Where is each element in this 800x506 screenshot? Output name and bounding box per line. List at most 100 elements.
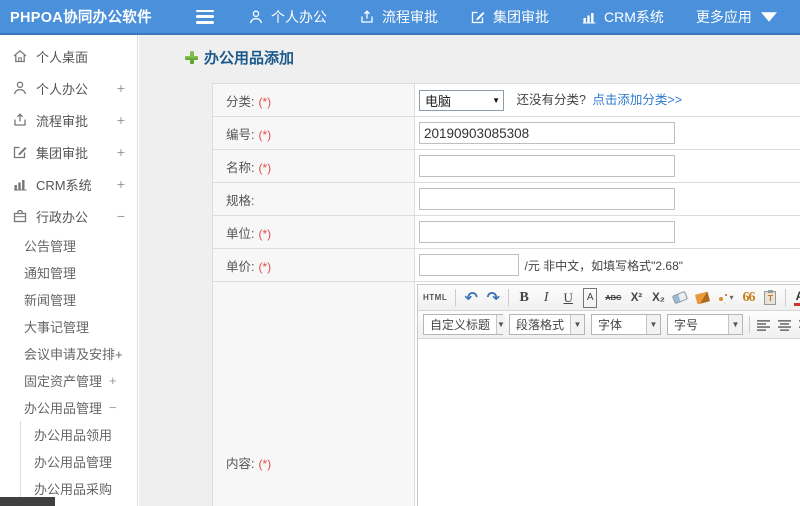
custom-title-select[interactable]: 自定义标题 ▼: [423, 314, 505, 335]
field-label: 内容: (*): [212, 281, 415, 506]
paragraph-format-select[interactable]: 段落格式 ▼: [509, 314, 585, 335]
flow-approval-icon: [14, 113, 26, 126]
caret-down-icon: [760, 11, 777, 22]
unit-input[interactable]: [419, 221, 675, 243]
char-border-button[interactable]: A: [583, 287, 598, 308]
bold-button[interactable]: B: [517, 288, 531, 308]
editor-toolbar-row2: 自定义标题▼ 段落格式▼ 字体▼ 字号▼ ∞: [418, 311, 800, 339]
add-plus-icon: [185, 51, 198, 64]
rich-text-editor: HTML ↶ ↷ B I U A ABC X² X₂ ▾ 66 T A 自定义标…: [417, 284, 800, 506]
form-row-price: 单价: (*) /元 非中文，如填写格式"2.68": [212, 248, 800, 282]
sidebar-subsubmenu: 办公用品领用 办公用品管理 办公用品采购: [20, 421, 137, 502]
sidebar-item-supply-collect[interactable]: 办公用品领用: [21, 421, 137, 448]
category-selected-value: 电脑: [425, 94, 452, 110]
underline-button[interactable]: U: [561, 288, 575, 308]
sidebar-item-meetings[interactable]: 会议申请及安排+: [0, 340, 137, 367]
add-category-link[interactable]: 点击添加分类>>: [592, 93, 682, 107]
expand-plus[interactable]: +: [109, 373, 117, 388]
expand-minus[interactable]: −: [109, 400, 117, 415]
format-brush-icon[interactable]: [694, 288, 711, 308]
form-row-content: 内容: (*) HTML ↶ ↷ B I U A ABC X² X₂ ▾ 66 …: [212, 281, 800, 506]
top-navbar: PHPOA协同办公软件 个人办公 流程审批 集团审批 CRM系统 更多应用: [0, 0, 800, 35]
required-mark: (*): [258, 456, 272, 471]
sidebar-label: 行政办公: [36, 209, 89, 225]
required-mark: (*): [258, 226, 272, 241]
sidebar-item-notices[interactable]: 通知管理: [0, 259, 137, 286]
superscript-button[interactable]: X²: [629, 288, 643, 308]
undo-icon[interactable]: ↶: [464, 288, 478, 308]
app-logo[interactable]: PHPOA协同办公软件: [10, 6, 190, 27]
italic-button[interactable]: I: [539, 288, 553, 308]
blockquote-button[interactable]: 66: [741, 288, 755, 308]
expand-plus[interactable]: +: [117, 176, 125, 192]
field-label: 名称: (*): [212, 149, 415, 183]
nav-group-approval[interactable]: 集团审批: [470, 7, 549, 27]
redo-icon[interactable]: ↷: [486, 288, 500, 308]
page-title: 办公用品添加: [185, 47, 294, 68]
bottom-left-dark-bar: [0, 497, 55, 506]
nav-label: 流程审批: [382, 8, 438, 25]
color-sparkle-icon[interactable]: ▾: [717, 288, 733, 308]
spec-input[interactable]: [419, 188, 675, 210]
code-input[interactable]: [419, 122, 675, 144]
name-input[interactable]: [419, 155, 675, 177]
edit-icon: [13, 146, 27, 159]
form-row-unit: 单位: (*): [212, 215, 800, 249]
caret-down-icon: ▼: [728, 315, 742, 334]
sidebar-item-news[interactable]: 新闻管理: [0, 286, 137, 313]
bar-chart-icon: [583, 12, 596, 23]
toolbar-separator: [785, 289, 787, 306]
sidebar-item-supply-manage[interactable]: 办公用品管理: [21, 448, 137, 475]
font-family-select[interactable]: 字体 ▼: [591, 314, 661, 335]
editor-content-area[interactable]: [418, 339, 800, 506]
toolbar-separator: [508, 289, 510, 306]
flow-approval-icon: [361, 9, 373, 23]
sidebar-item-office-supplies[interactable]: 办公用品管理 −: [0, 394, 137, 421]
sidebar-item-admin-office[interactable]: 行政办公 −: [0, 200, 137, 232]
expand-plus[interactable]: +: [117, 80, 125, 96]
sidebar-label: 个人办公: [36, 81, 89, 97]
caret-down-icon: ▼: [496, 315, 505, 334]
required-mark: (*): [258, 94, 272, 109]
eraser-icon[interactable]: [672, 288, 689, 308]
sidebar-label: 流程审批: [36, 113, 89, 129]
paste-as-text-icon[interactable]: T: [763, 288, 777, 308]
nav-label: CRM系统: [604, 8, 664, 25]
subscript-button[interactable]: X₂: [651, 288, 665, 308]
font-color-button[interactable]: A▾: [794, 288, 800, 308]
user-icon: [249, 10, 263, 23]
nav-crm-system[interactable]: CRM系统: [581, 7, 664, 27]
sidebar-item-group-approval[interactable]: 集团审批 +: [0, 136, 137, 168]
edit-icon: [471, 11, 485, 23]
strikethrough-button[interactable]: ABC: [605, 288, 621, 308]
sidebar-item-desktop[interactable]: 个人桌面: [0, 40, 137, 72]
sidebar-item-milestones[interactable]: 大事记管理: [0, 313, 137, 340]
field-label: 单位: (*): [212, 215, 415, 249]
expand-plus[interactable]: +: [117, 144, 125, 160]
sidebar-item-crm[interactable]: CRM系统 +: [0, 168, 137, 200]
hamburger-menu-icon[interactable]: [196, 9, 216, 24]
price-input[interactable]: [419, 254, 519, 276]
font-size-select[interactable]: 字号 ▼: [667, 314, 743, 335]
user-icon: [13, 81, 27, 95]
sidebar-label: 集团审批: [36, 145, 89, 161]
sidebar-item-personal-office[interactable]: 个人办公 +: [0, 72, 137, 104]
nav-flow-approval[interactable]: 流程审批: [359, 7, 438, 27]
sidebar: 个人桌面 个人办公 + 流程审批 + 集团审批 + CRM系统 + 行政办公 −…: [0, 35, 138, 506]
main-content: 办公用品添加 分类: (*) 电脑 ▼ 还没有分类? 点击添加分类>> 编号: (*…: [139, 35, 800, 506]
nav-more-apps[interactable]: 更多应用: [696, 7, 777, 27]
expand-minus[interactable]: −: [117, 208, 125, 224]
nav-personal-office[interactable]: 个人办公: [248, 7, 327, 27]
align-center-icon[interactable]: [777, 319, 792, 331]
home-icon: [13, 49, 27, 63]
sidebar-item-flow-approval[interactable]: 流程审批 +: [0, 104, 137, 136]
html-source-button[interactable]: HTML: [423, 288, 447, 308]
sidebar-item-fixed-assets[interactable]: 固定资产管理 +: [0, 367, 137, 394]
caret-down-icon: ▼: [646, 315, 660, 334]
expand-plus[interactable]: +: [117, 112, 125, 128]
category-select[interactable]: 电脑 ▼: [419, 90, 504, 112]
editor-toolbar-row1: HTML ↶ ↷ B I U A ABC X² X₂ ▾ 66 T A: [418, 285, 800, 311]
align-left-icon[interactable]: [756, 319, 771, 331]
toolbar-separator: [749, 316, 750, 333]
sidebar-item-announcements[interactable]: 公告管理: [0, 232, 137, 259]
